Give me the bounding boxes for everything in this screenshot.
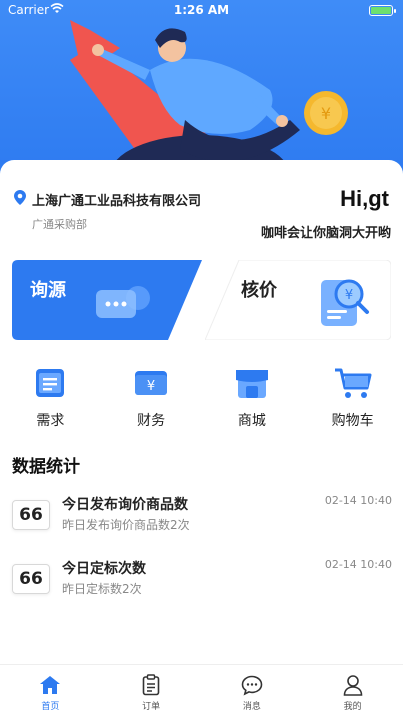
- order-icon: [138, 673, 164, 697]
- inquiry-label: 询源: [30, 280, 66, 301]
- quick-label: 购物车: [331, 413, 374, 429]
- tab-label: 我的: [343, 702, 362, 712]
- quick-label: 财务: [137, 413, 166, 429]
- status-bar: Carrier 1:26 AM: [0, 0, 403, 22]
- stat-count-badge: 66: [12, 500, 50, 530]
- stat-subtitle: 昨日发布询价商品数2次: [62, 518, 190, 532]
- location-pin-icon: [14, 190, 26, 209]
- tab-bar: 首页 订单 消息 我的: [0, 664, 403, 714]
- magnifier-document-icon: ¥: [321, 279, 369, 326]
- stats-title: 数据统计: [12, 457, 80, 477]
- stat-subtitle: 昨日定标数2次: [62, 582, 142, 596]
- hero-illustration: ¥: [70, 20, 348, 185]
- company-row[interactable]: 上海广通工业品科技有限公司: [14, 190, 201, 209]
- quick-item-cart[interactable]: 购物车: [302, 365, 403, 435]
- price-check-card[interactable]: 核价 ¥: [205, 260, 391, 340]
- quick-item-finance[interactable]: ¥ 财务: [101, 365, 202, 435]
- stat-row[interactable]: 66 今日发布询价商品数 昨日发布询价商品数2次 02-14 10:40: [12, 492, 392, 542]
- cart-icon: [333, 365, 373, 401]
- svg-text:¥: ¥: [321, 104, 331, 123]
- tab-messages[interactable]: 消息: [202, 665, 303, 714]
- hero-banner: ¥ Carrier 1:26 AM: [0, 0, 403, 185]
- company-name: 上海广通工业品科技有限公司: [32, 194, 202, 209]
- greeting-text: Hi,gt: [340, 186, 389, 211]
- svg-text:¥: ¥: [147, 379, 155, 394]
- store-icon: [232, 365, 272, 401]
- stat-title: 今日发布询价商品数: [62, 497, 188, 513]
- quick-label: 需求: [36, 413, 65, 429]
- stat-row[interactable]: 66 今日定标次数 昨日定标数2次 02-14 10:40: [12, 556, 392, 606]
- message-icon: [239, 673, 265, 697]
- inquiry-card[interactable]: 询源: [12, 260, 202, 340]
- wallet-icon: ¥: [131, 365, 171, 401]
- home-icon: [37, 673, 63, 697]
- department-label: 广通采购部: [32, 218, 87, 231]
- chat-bubble-icon: [96, 286, 150, 318]
- tab-label: 消息: [242, 702, 261, 712]
- profile-icon: [340, 673, 366, 697]
- document-icon: [30, 365, 70, 401]
- tab-home[interactable]: 首页: [0, 665, 101, 714]
- quick-item-store[interactable]: 商城: [202, 365, 303, 435]
- quick-label: 商城: [237, 413, 266, 429]
- price-check-label: 核价: [241, 280, 277, 301]
- status-time: 1:26 AM: [173, 3, 230, 17]
- tab-label: 首页: [41, 702, 60, 712]
- quick-menu: 需求 ¥ 财务 商城 购物车: [0, 365, 403, 435]
- battery-icon: [369, 5, 396, 16]
- stat-title: 今日定标次数: [62, 561, 146, 577]
- tab-label: 订单: [142, 702, 161, 712]
- tab-profile[interactable]: 我的: [302, 665, 403, 714]
- slogan-text: 咖啡会让你脑洞大开哟: [260, 226, 391, 241]
- stat-time: 02-14 10:40: [324, 494, 392, 507]
- stat-time: 02-14 10:40: [324, 558, 392, 571]
- quick-item-demand[interactable]: 需求: [0, 365, 101, 435]
- tab-orders[interactable]: 订单: [101, 665, 202, 714]
- svg-text:¥: ¥: [345, 288, 353, 303]
- stat-count-badge: 66: [12, 564, 50, 594]
